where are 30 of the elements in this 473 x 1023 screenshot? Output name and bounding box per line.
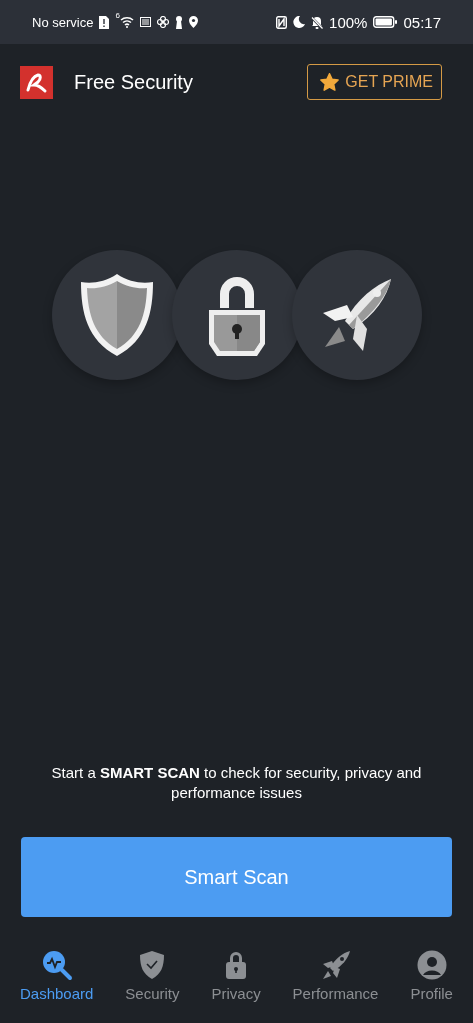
- app-title: Free Security: [74, 70, 194, 94]
- carrier-text: No service: [32, 14, 94, 30]
- logo-icon: [20, 65, 53, 99]
- nav-tab[interactable]: Privacy: [209, 949, 263, 1019]
- star-icon: [320, 73, 340, 91]
- clock: 05:17: [403, 13, 441, 31]
- padlock-icon: [225, 949, 248, 981]
- bell-off-icon: [311, 15, 324, 29]
- nav-tab[interactable]: Performance: [290, 949, 381, 1019]
- nav-tab[interactable]: Dashboard: [17, 949, 96, 1019]
- nav-tab[interactable]: Profile: [408, 949, 455, 1019]
- sim-alert-icon: [99, 15, 110, 29]
- profile-icon: [416, 949, 447, 981]
- fan-icon: [156, 16, 169, 28]
- wifi-badge-text: 6: [115, 10, 120, 20]
- battery-percent: 100%: [329, 13, 368, 31]
- search-icon: [40, 949, 73, 981]
- rocket-icon: [320, 949, 351, 981]
- smart-scan-button[interactable]: Smart Scan: [21, 837, 452, 917]
- get-prime-button[interactable]: GET PRIME: [307, 64, 442, 100]
- keyhole-icon: [174, 15, 183, 29]
- moon-icon: [293, 16, 306, 28]
- scan-prompt: Start a SMART SCAN to check for security, privacy and performance issues: [50, 763, 423, 803]
- battery-icon: [373, 16, 398, 28]
- nfc-icon: [276, 15, 288, 29]
- wifi-icon: [119, 16, 134, 28]
- shield-check-icon: [139, 949, 166, 981]
- message-icon: [139, 17, 151, 27]
- nav-tab[interactable]: Security: [123, 949, 182, 1019]
- location-icon: [188, 16, 198, 28]
